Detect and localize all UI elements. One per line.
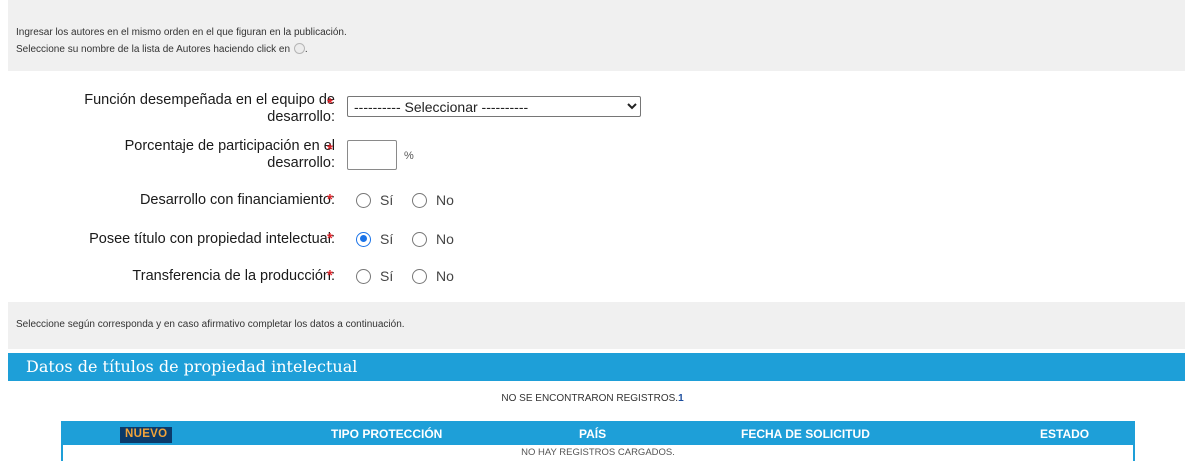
porcentaje-label-line1: Porcentaje de participación en el bbox=[124, 138, 335, 154]
radio-button[interactable] bbox=[356, 268, 371, 284]
empty-table-row: NO HAY REGISTROS CARGADOS. bbox=[521, 447, 675, 458]
transferencia-label: Transferencia de la producción: bbox=[132, 268, 335, 284]
selection-note-text: Seleccione según corresponda y en caso a… bbox=[16, 319, 405, 330]
transferencia-no-option[interactable]: No bbox=[412, 268, 454, 284]
table-header: NUEVO TIPO PROTECCIÓN PAÍS FECHA DE SOLI… bbox=[63, 423, 1133, 445]
radio-button[interactable] bbox=[412, 268, 427, 284]
financiamiento-label: Desarrollo con financiamiento: bbox=[139, 192, 335, 208]
radio-button[interactable] bbox=[412, 231, 427, 247]
no-records-count: 1 bbox=[678, 393, 684, 404]
nuevo-button[interactable]: NUEVO bbox=[120, 427, 173, 443]
option-label: No bbox=[436, 192, 454, 208]
instructions-panel: Ingresar los autores en el mismo orden e… bbox=[8, 0, 1185, 71]
radio-button[interactable] bbox=[356, 192, 371, 208]
instruction-text-2-main: Seleccione su nombre de la lista de Auto… bbox=[16, 44, 291, 55]
titulo-no-option[interactable]: No bbox=[412, 231, 454, 247]
option-label: Sí bbox=[380, 268, 394, 284]
titulo-label: Posee título con propiedad intelectual: bbox=[89, 231, 335, 247]
required-mark: * bbox=[327, 191, 333, 208]
section-header: Datos de títulos de propiedad intelectua… bbox=[8, 353, 1185, 381]
required-mark: * bbox=[327, 267, 333, 284]
no-records-message: NO SE ENCONTRARON REGISTROS.1 bbox=[0, 393, 1185, 404]
instruction-text-2-suffix: . bbox=[304, 44, 308, 55]
transferencia-si-option[interactable]: Sí bbox=[356, 268, 393, 284]
financiamiento-no-option[interactable]: No bbox=[412, 192, 454, 208]
porcentaje-input[interactable] bbox=[347, 140, 397, 170]
financiamiento-si-option[interactable]: Sí bbox=[356, 192, 393, 208]
column-pais: PAÍS bbox=[579, 427, 607, 441]
porcentaje-label-line2: desarrollo: bbox=[267, 155, 335, 171]
radio-button[interactable] bbox=[412, 192, 427, 208]
funcion-select[interactable]: ---------- Seleccionar ---------- bbox=[347, 96, 641, 117]
column-fecha-solicitud: FECHA DE SOLICITUD bbox=[741, 427, 870, 441]
option-label: Sí bbox=[380, 192, 394, 208]
selection-note-panel: Seleccione según corresponda y en caso a… bbox=[8, 302, 1185, 349]
no-records-text: NO SE ENCONTRARON REGISTROS. bbox=[501, 393, 679, 404]
instruction-text-1: Ingresar los autores en el mismo orden e… bbox=[16, 27, 347, 38]
percent-unit: % bbox=[404, 150, 414, 162]
radio-sample-icon bbox=[293, 43, 305, 54]
funcion-label-line1: Función desempeñada en el equipo de bbox=[84, 92, 335, 108]
option-label: No bbox=[436, 231, 454, 247]
funcion-label-line2: desarrollo: bbox=[267, 109, 335, 125]
titulo-si-option[interactable]: Sí bbox=[356, 231, 393, 247]
instruction-text-2: Seleccione su nombre de la lista de Auto… bbox=[16, 41, 1185, 58]
funcion-label: Función desempeñada en el equipo de desa… bbox=[84, 92, 335, 126]
required-mark: * bbox=[327, 95, 333, 112]
radio-button-checked[interactable] bbox=[356, 231, 371, 247]
column-tipo-proteccion: TIPO PROTECCIÓN bbox=[331, 427, 443, 441]
required-mark: * bbox=[327, 230, 333, 247]
porcentaje-label: Porcentaje de participación en el desarr… bbox=[125, 138, 335, 172]
option-label: Sí bbox=[380, 231, 394, 247]
required-mark: * bbox=[327, 141, 333, 158]
titles-table: NUEVO TIPO PROTECCIÓN PAÍS FECHA DE SOLI… bbox=[61, 421, 1135, 461]
column-estado: ESTADO bbox=[1040, 427, 1090, 441]
option-label: No bbox=[436, 268, 454, 284]
